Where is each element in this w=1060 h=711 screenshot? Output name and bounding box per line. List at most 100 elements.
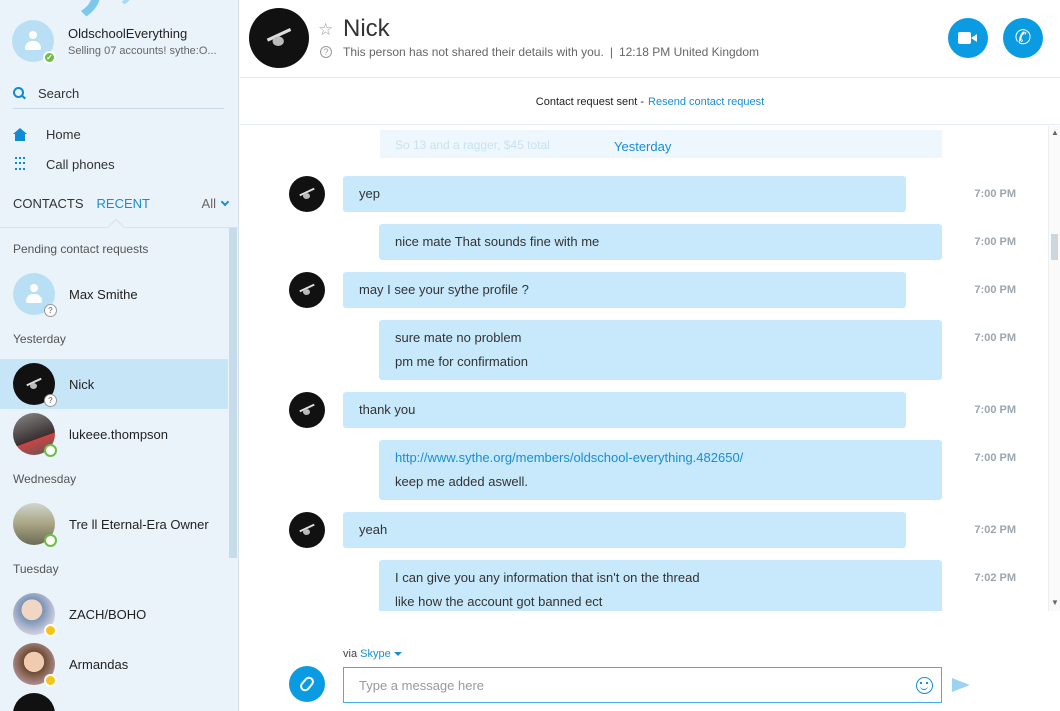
message-text: may I see your sythe profile ? bbox=[359, 282, 529, 297]
message-text: thank you bbox=[359, 402, 416, 417]
my-profile[interactable]: ✓ OldschoolEverything Selling 07 account… bbox=[12, 20, 224, 64]
dialpad-icon bbox=[13, 157, 27, 171]
question-icon: ? bbox=[320, 46, 332, 58]
faded-message-text: So 13 and a ragger, $45 total bbox=[395, 138, 550, 152]
sidebar-scrollbar[interactable] bbox=[229, 228, 237, 558]
away-status-icon bbox=[44, 674, 57, 687]
resend-request-link[interactable]: Resend contact request bbox=[648, 96, 764, 108]
contact-tabs: CONTACTS RECENT All bbox=[13, 196, 230, 211]
details-text: This person has not shared their details… bbox=[343, 45, 604, 59]
away-status-icon bbox=[44, 624, 57, 637]
contact-item-selected[interactable]: ? Nick bbox=[0, 359, 228, 409]
user-silhouette-icon bbox=[26, 284, 42, 304]
skype-window: ✓ OldschoolEverything Selling 07 account… bbox=[0, 0, 1060, 711]
recent-list: Pending contact requests ? Max Smithe Ye… bbox=[0, 228, 238, 711]
tab-contacts[interactable]: CONTACTS bbox=[13, 196, 84, 211]
guitarist-photo-icon bbox=[297, 403, 317, 417]
incoming-message[interactable]: may I see your sythe profile ? bbox=[343, 272, 906, 308]
audio-call-button[interactable]: ✆ bbox=[1003, 18, 1043, 58]
contact-item[interactable]: ? Max Smithe bbox=[0, 269, 228, 319]
message-time: 7:02 PM bbox=[974, 524, 1016, 536]
sender-avatar[interactable] bbox=[289, 272, 325, 308]
chat-scrollbar[interactable]: ▲ ▼ bbox=[1048, 126, 1060, 611]
sender-avatar[interactable] bbox=[289, 176, 325, 212]
online-status-icon bbox=[44, 444, 57, 457]
message-history[interactable]: So 13 and a ragger, $45 total Yesterday … bbox=[240, 126, 1048, 611]
home-icon bbox=[13, 127, 27, 141]
outgoing-message[interactable]: I can give you any information that isn'… bbox=[379, 560, 942, 611]
filter-dropdown[interactable]: All bbox=[201, 196, 230, 211]
message-input-box[interactable] bbox=[343, 667, 942, 703]
contact-title: Nick bbox=[343, 15, 390, 42]
section-header: Wednesday bbox=[13, 472, 77, 486]
star-icon[interactable]: ☆ bbox=[318, 20, 333, 40]
nav-home[interactable]: Home bbox=[13, 122, 223, 146]
video-call-button[interactable] bbox=[948, 18, 988, 58]
contact-item[interactable]: Armandas bbox=[0, 639, 228, 689]
send-icon[interactable] bbox=[952, 678, 970, 692]
sidebar: ✓ OldschoolEverything Selling 07 account… bbox=[0, 0, 239, 711]
via-service: Skype bbox=[360, 648, 391, 660]
contact-item[interactable] bbox=[0, 689, 228, 711]
contact-item[interactable]: ZACH/BOHO bbox=[0, 589, 228, 639]
search-box[interactable]: Search bbox=[13, 79, 224, 109]
avatar bbox=[13, 413, 57, 457]
contact-info: ? This person has not shared their detai… bbox=[320, 45, 759, 59]
incoming-message[interactable]: yep bbox=[343, 176, 906, 212]
avatar bbox=[13, 693, 55, 711]
emoticon-icon[interactable] bbox=[916, 677, 933, 694]
send-via[interactable]: via Skype bbox=[343, 648, 402, 660]
my-mood-message[interactable]: Selling 07 accounts! sythe:O... bbox=[68, 45, 224, 57]
incoming-message[interactable]: thank you bbox=[343, 392, 906, 428]
avatar bbox=[13, 503, 57, 547]
message-text: keep me added aswell. bbox=[395, 474, 528, 489]
incoming-message[interactable]: yeah bbox=[343, 512, 906, 548]
local-time: 12:18 PM United Kingdom bbox=[618, 45, 760, 59]
message-text: sure mate no problem bbox=[395, 330, 522, 345]
pending-status-icon: ? bbox=[44, 304, 57, 317]
pending-status-icon: ? bbox=[44, 394, 57, 407]
message-time: 7:00 PM bbox=[974, 284, 1016, 296]
search-label: Search bbox=[38, 86, 80, 101]
outgoing-message[interactable]: sure mate no problem pm me for confirmat… bbox=[379, 320, 942, 380]
sender-avatar[interactable] bbox=[289, 392, 325, 428]
online-status-icon bbox=[44, 534, 57, 547]
contact-name: Nick bbox=[69, 376, 95, 392]
my-avatar[interactable]: ✓ bbox=[12, 20, 56, 64]
via-label: via bbox=[343, 648, 358, 660]
profile-link[interactable]: http://www.sythe.org/members/oldschool-e… bbox=[395, 450, 743, 465]
filter-label: All bbox=[201, 196, 216, 211]
video-camera-icon bbox=[958, 32, 978, 44]
avatar bbox=[13, 643, 57, 687]
outgoing-message[interactable]: http://www.sythe.org/members/oldschool-e… bbox=[379, 440, 942, 500]
search-icon bbox=[13, 87, 26, 100]
contact-name: Tre ll Eternal-Era Owner bbox=[69, 516, 209, 532]
day-header: Yesterday bbox=[614, 139, 672, 154]
section-header: Yesterday bbox=[13, 332, 66, 346]
user-silhouette-icon bbox=[25, 31, 41, 51]
separator: | bbox=[609, 45, 613, 59]
sender-avatar[interactable] bbox=[289, 512, 325, 548]
contact-request-bar: Contact request sent - Resend contact re… bbox=[240, 79, 1060, 125]
attach-button[interactable] bbox=[289, 666, 325, 702]
message-time: 7:00 PM bbox=[974, 404, 1016, 416]
contact-item[interactable]: lukeee.thompson bbox=[0, 409, 228, 459]
scroll-up-icon[interactable]: ▲ bbox=[1051, 128, 1059, 137]
message-text: I can give you any information that isn'… bbox=[395, 570, 700, 585]
contact-name: lukeee.thompson bbox=[69, 426, 169, 442]
avatar: ? bbox=[13, 273, 57, 317]
paperclip-icon bbox=[298, 674, 316, 694]
contact-avatar[interactable] bbox=[249, 8, 309, 68]
outgoing-message[interactable]: nice mate That sounds fine with me bbox=[379, 224, 942, 260]
contact-name: Max Smithe bbox=[69, 286, 138, 302]
contact-item[interactable]: Tre ll Eternal-Era Owner bbox=[0, 499, 228, 549]
caret-down-icon bbox=[393, 652, 402, 657]
scroll-thumb[interactable] bbox=[1051, 234, 1058, 260]
nav-call-phones[interactable]: Call phones bbox=[13, 152, 223, 176]
message-text: like how the account got banned ect bbox=[395, 594, 603, 609]
conversation-pane: ☆ Nick ? This person has not shared thei… bbox=[240, 0, 1060, 711]
contact-name: ZACH/BOHO bbox=[69, 606, 147, 622]
scroll-down-icon[interactable]: ▼ bbox=[1051, 598, 1059, 607]
tab-recent[interactable]: RECENT bbox=[97, 196, 150, 211]
message-input[interactable] bbox=[359, 677, 899, 693]
